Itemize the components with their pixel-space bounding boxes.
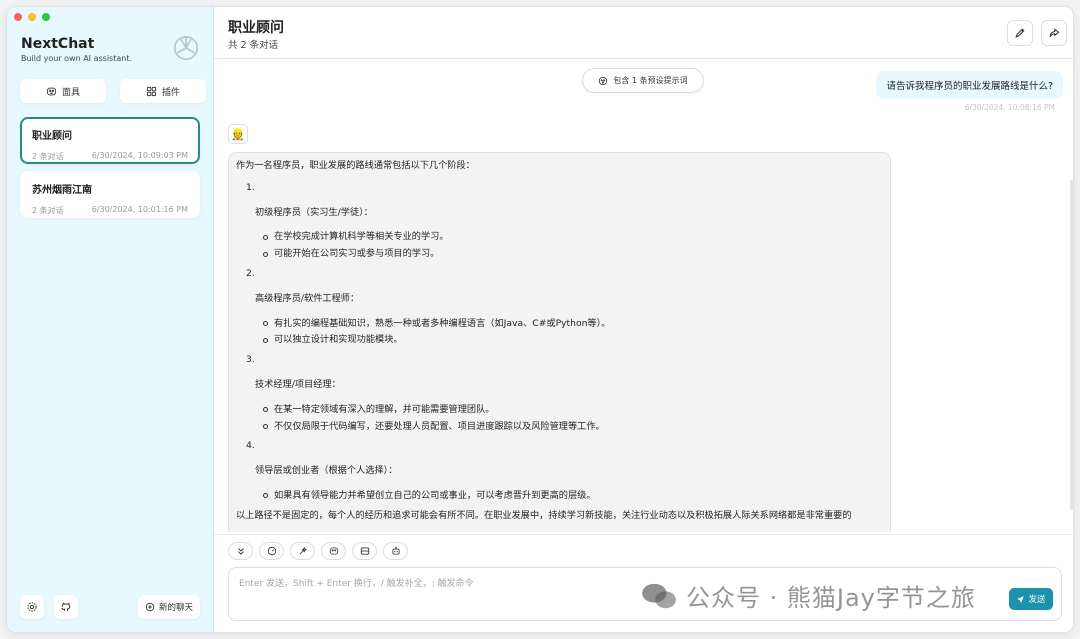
close-window-button[interactable]	[14, 13, 22, 21]
new-chat-label: 新的聊天	[158, 603, 193, 613]
list-item: 如果具有领导能力并希望创立自己的公司或事业，可以考虑晋升到更高的层级。	[263, 489, 883, 503]
bot-closing: 以上路径不是固定的，每个人的经历和追求可能会有所不同。在职业发展中，持续学习新技…	[236, 509, 852, 521]
bot-avatar: 👷	[228, 124, 248, 144]
add-circle-icon	[145, 602, 155, 612]
plugin-button[interactable]: 插件	[120, 79, 206, 103]
list-item: 在某一特定领域有深入的理解，并可能需要管理团队。	[263, 403, 883, 417]
app-title: NextChat	[21, 36, 95, 52]
preset-prompt-label: 包含 1 条预设提示词	[613, 76, 688, 85]
stage-points: 在某一特定领域有深入的理解，并可能需要管理团队。 不仅仅局限于代码编写，还要处理…	[236, 403, 883, 434]
user-message-time: 6/30/2024, 10:08:16 PM	[964, 103, 1055, 112]
stage-number: 4.	[246, 440, 255, 452]
maximize-window-button[interactable]	[42, 13, 50, 21]
app-subtitle: Build your own AI assistant.	[21, 54, 132, 63]
stage-points: 在学校完成计算机科学等相关专业的学习。 可能开始在公司实习或参与项目的学习。	[236, 230, 883, 261]
break-icon	[360, 547, 369, 555]
robot-icon	[391, 546, 400, 555]
composer-toolbar	[228, 542, 408, 560]
send-icon	[1017, 595, 1025, 603]
clear-context-button[interactable]	[352, 542, 377, 560]
chat-subtitle: 共 2 条对话	[228, 40, 279, 51]
mask-icon	[329, 547, 338, 555]
chat-item-time: 6/30/2024, 10:01:16 PM	[91, 205, 188, 214]
send-button[interactable]: 发送	[1009, 588, 1053, 610]
stage-title: 初级程序员（实习生/学徒）：	[255, 206, 373, 218]
stage-points: 有扎实的编程基础知识，熟悉一种或者多种编程语言（如Java、C#或Python等…	[236, 317, 883, 348]
chat-title[interactable]: 职业顾问	[228, 17, 284, 37]
plugin-label: 插件	[161, 87, 180, 98]
chat-main: 职业顾问 共 2 条对话 包含 1 条预设提示词 请告诉我程序员的职业发展路线是…	[214, 7, 1073, 632]
mask-icon	[46, 87, 57, 95]
list-item: 可以独立设计和实现功能模块。	[263, 333, 883, 347]
stage-title: 领导层或创业者（根据个人选择）：	[255, 465, 398, 477]
composer: 发送	[214, 534, 1073, 632]
sidebar: NextChat Build your own AI assistant. 面具…	[7, 7, 214, 632]
magic-wand-icon	[299, 546, 307, 555]
prompt-button[interactable]	[290, 542, 315, 560]
user-message[interactable]: 请告诉我程序员的职业发展路线是什么?	[876, 71, 1063, 99]
double-chevron-down-icon	[237, 548, 244, 555]
stage-title: 高级程序员/软件工程师：	[255, 292, 360, 304]
chat-item-count: 2 条对话	[32, 152, 64, 161]
list-item: 不仅仅局限于代码编写，还要处理人员配置、项目进度跟踪以及风险管理等工作。	[263, 420, 883, 434]
pencil-icon	[1015, 28, 1025, 38]
model-select-button[interactable]	[383, 542, 408, 560]
message-input-box: 发送	[228, 567, 1062, 621]
chat-header: 职业顾问 共 2 条对话	[214, 7, 1073, 59]
preset-prompt-pill[interactable]: 包含 1 条预设提示词	[582, 68, 704, 93]
new-chat-button[interactable]: 新的聊天	[138, 595, 200, 619]
github-icon	[61, 602, 71, 611]
window-controls	[14, 13, 50, 21]
share-button[interactable]	[1041, 20, 1067, 46]
mask-tool-button[interactable]	[321, 542, 346, 560]
share-icon	[1049, 28, 1060, 38]
openai-logo-icon	[173, 35, 199, 61]
chat-item-title: 苏州烟雨江南	[32, 185, 92, 196]
github-button[interactable]	[54, 595, 78, 619]
chat-item-career-advisor[interactable]: 职业顾问 2 条对话 6/30/2024, 10:09:03 PM	[20, 117, 200, 164]
mask-label: 面具	[61, 87, 80, 98]
message-list[interactable]: 包含 1 条预设提示词 请告诉我程序员的职业发展路线是什么? 6/30/2024…	[214, 60, 1073, 532]
edit-button[interactable]	[1007, 20, 1033, 46]
chat-item-time: 6/30/2024, 10:09:03 PM	[91, 151, 188, 160]
stage-number: 3.	[246, 354, 255, 366]
scroll-bottom-button[interactable]	[228, 542, 253, 560]
message-input[interactable]	[229, 568, 1061, 620]
gauge-icon	[267, 546, 276, 556]
model-settings-button[interactable]	[259, 542, 284, 560]
send-label: 发送	[1028, 595, 1046, 605]
chat-item-suzhou[interactable]: 苏州烟雨江南 2 条对话 6/30/2024, 10:01:16 PM	[20, 171, 200, 218]
chat-list: 职业顾问 2 条对话 6/30/2024, 10:09:03 PM 苏州烟雨江南…	[20, 117, 200, 225]
stage-number: 1.	[246, 181, 255, 193]
mask-button[interactable]: 面具	[20, 79, 106, 103]
app-window: NextChat Build your own AI assistant. 面具…	[6, 6, 1074, 633]
bot-intro: 作为一名程序员，职业发展的路线通常包括以下几个阶段：	[236, 160, 475, 171]
stage-title: 技术经理/项目经理：	[255, 378, 341, 390]
list-item: 可能开始在公司实习或参与项目的学习。	[263, 247, 883, 261]
bot-message[interactable]: 作为一名程序员，职业发展的路线通常包括以下几个阶段： 1. 初级程序员（实习生/…	[228, 152, 891, 532]
minimize-window-button[interactable]	[28, 13, 36, 21]
stage-number: 2.	[246, 267, 255, 279]
gear-icon	[27, 602, 37, 612]
chat-item-count: 2 条对话	[32, 206, 64, 215]
list-item: 在学校完成计算机科学等相关专业的学习。	[263, 230, 883, 244]
prompt-icon	[599, 76, 608, 85]
chat-item-title: 职业顾问	[32, 131, 72, 142]
grid-icon	[146, 86, 157, 96]
scrollbar[interactable]	[1070, 180, 1073, 510]
stage-points: 如果具有领导能力并希望创立自己的公司或事业，可以考虑晋升到更高的层级。	[236, 489, 883, 503]
settings-button[interactable]	[20, 595, 44, 619]
list-item: 有扎实的编程基础知识，熟悉一种或者多种编程语言（如Java、C#或Python等…	[263, 317, 883, 331]
